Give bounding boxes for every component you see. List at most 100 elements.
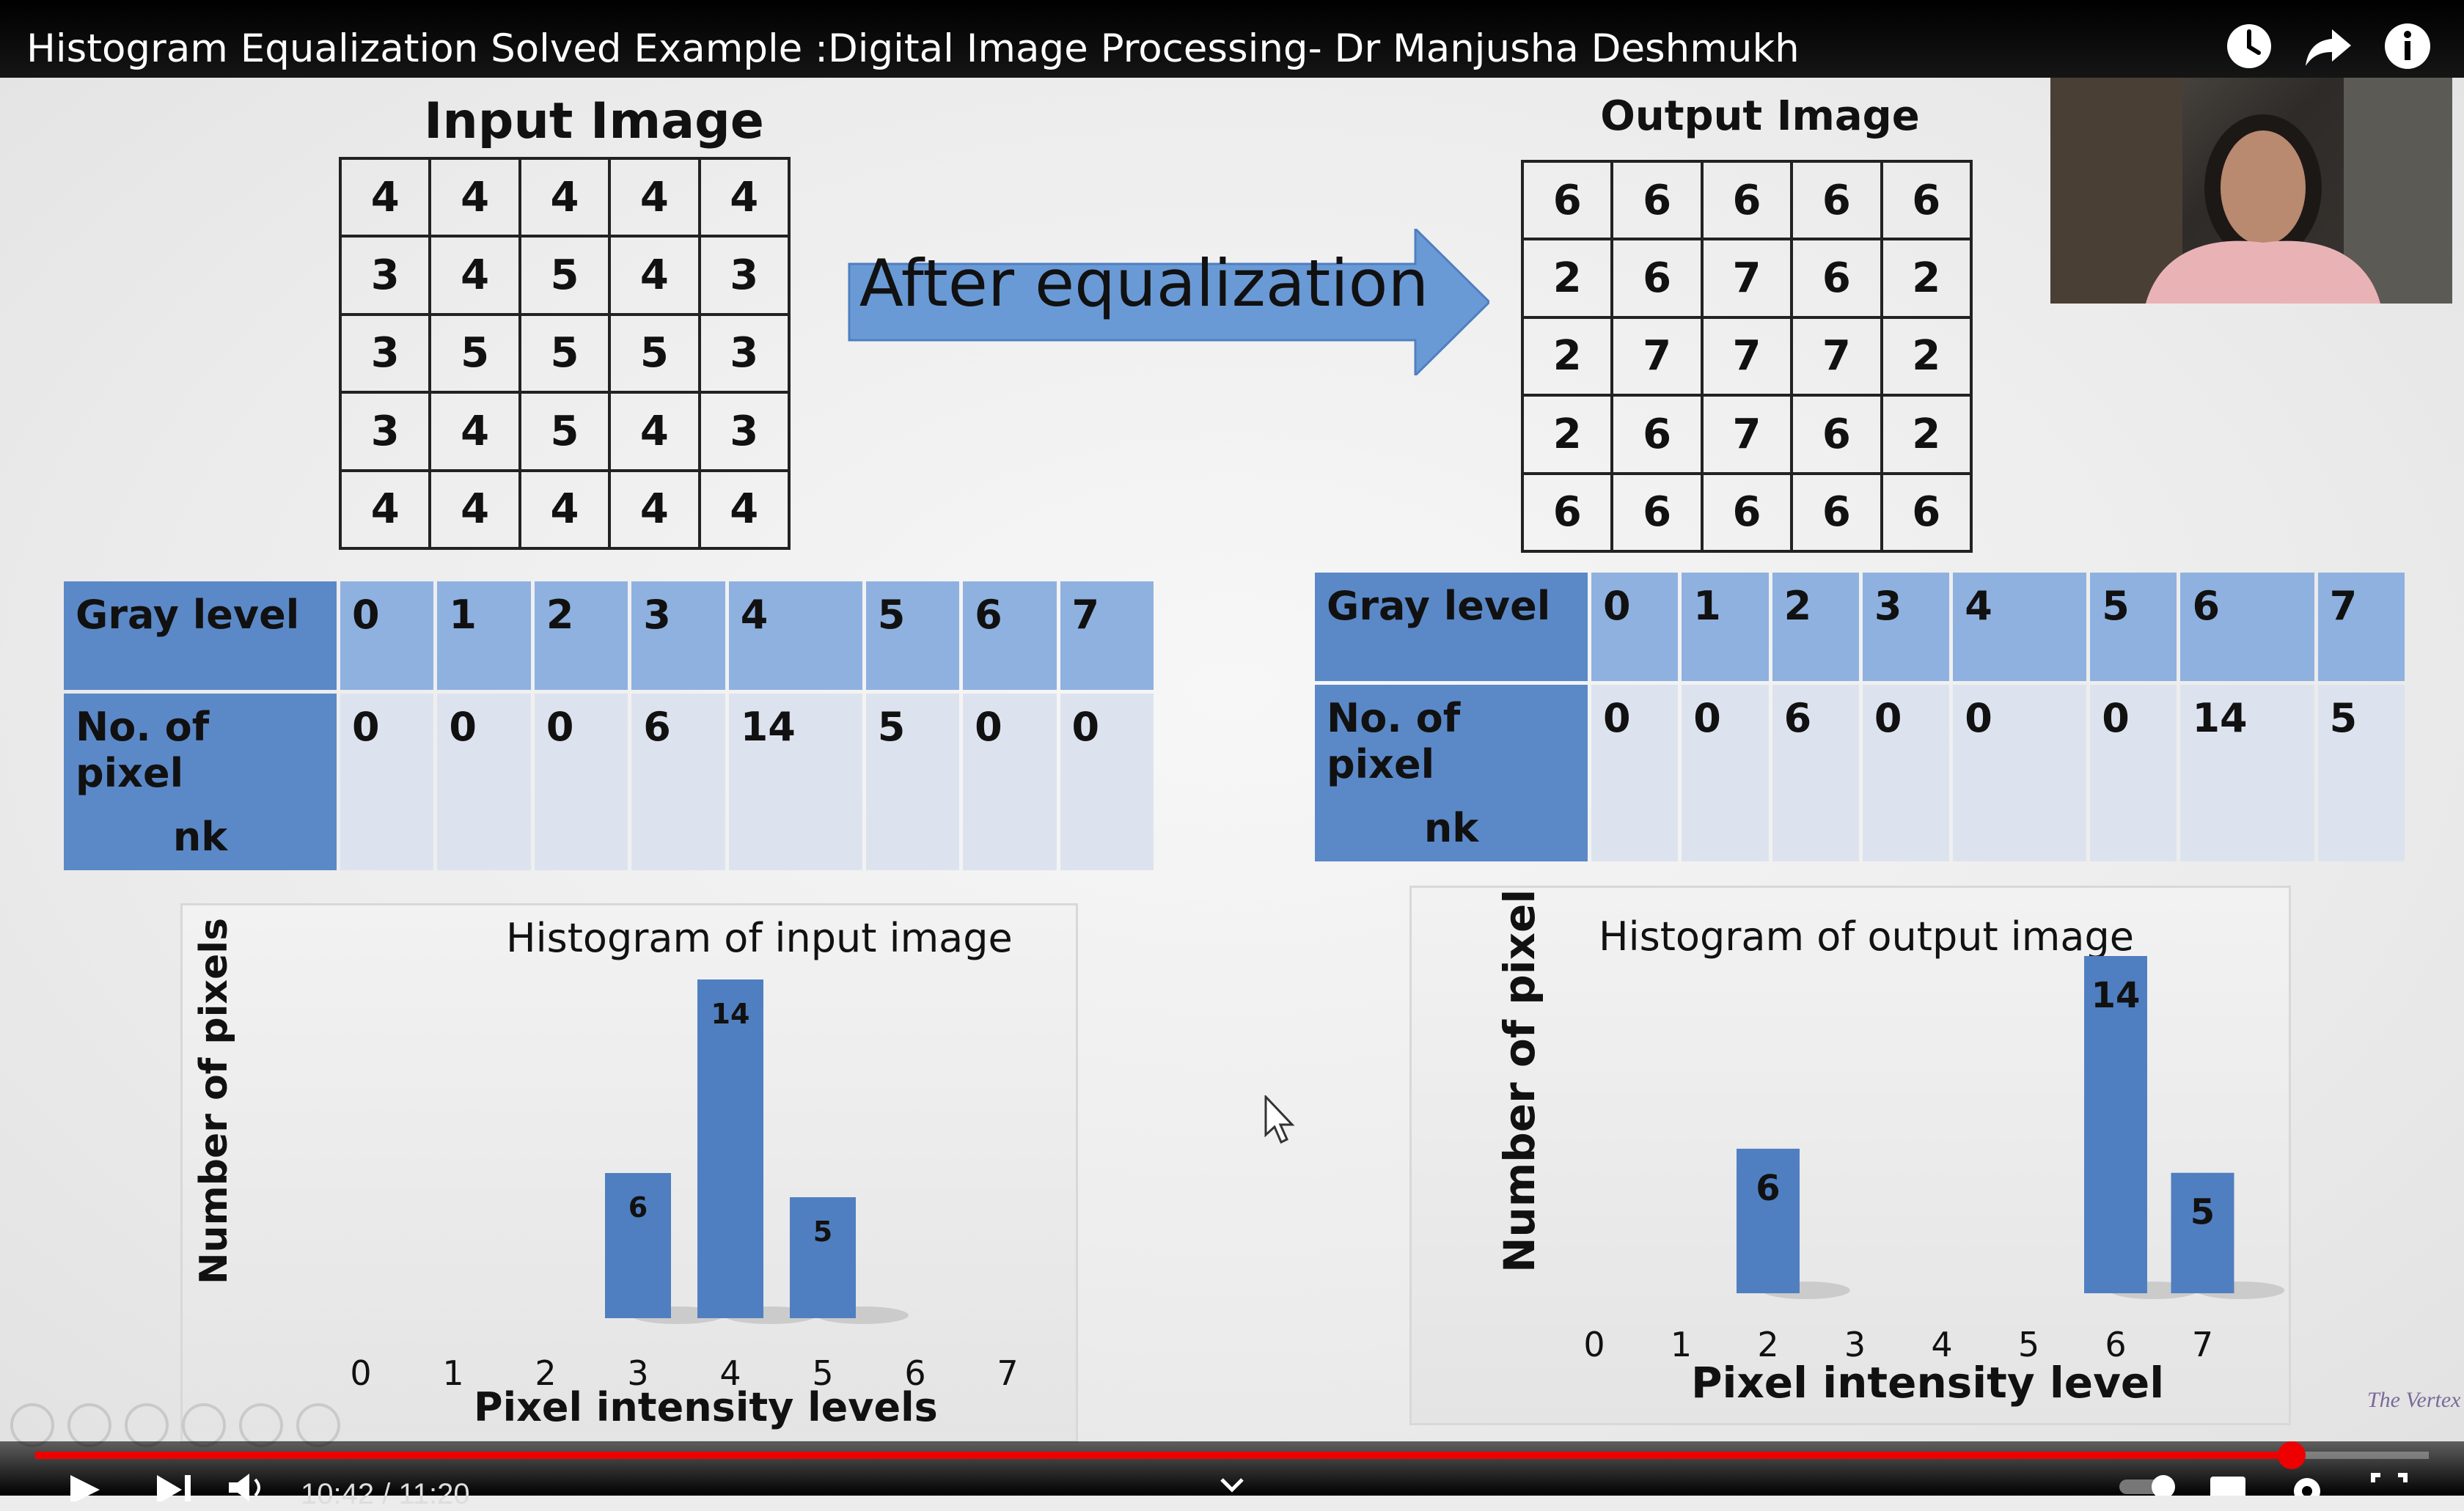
- output-table-pixel-count-cell: 0: [1682, 685, 1769, 861]
- pen-icon[interactable]: [125, 1403, 169, 1447]
- input-matrix-cell: 3: [697, 312, 791, 394]
- share-icon[interactable]: [2301, 19, 2355, 73]
- x-tick-label: 5: [2018, 1325, 2039, 1364]
- input-image-matrix: 4444434543355533454344444: [338, 156, 791, 551]
- input-matrix-cell: 3: [338, 312, 432, 394]
- output-image-matrix: 6666626762277722676266666: [1520, 159, 1973, 554]
- output-matrix-row: 66666: [1520, 159, 1973, 241]
- input-matrix-cell: 5: [608, 312, 701, 394]
- subtitles-icon[interactable]: [2209, 1472, 2247, 1496]
- x-tick-label: 7: [2192, 1325, 2213, 1364]
- presenter-webcam: [2050, 78, 2452, 304]
- more-icon[interactable]: [296, 1403, 340, 1447]
- video-title-bar: Histogram Equalization Solved Example :D…: [0, 0, 2464, 78]
- x-tick-label: 5: [812, 1353, 833, 1393]
- progress-bar-played: [35, 1452, 2292, 1459]
- output-matrix-cell: 7: [1610, 315, 1704, 397]
- output-matrix-cell: 6: [1520, 159, 1614, 241]
- output-matrix-cell: 2: [1880, 394, 1973, 475]
- video-title[interactable]: Histogram Equalization Solved Example :D…: [26, 26, 1800, 71]
- slides-icon[interactable]: [182, 1403, 226, 1447]
- histogram-bar: [697, 979, 763, 1318]
- input-table-pixel-count-cell: 0: [1060, 694, 1154, 870]
- output-matrix-row: 27772: [1520, 315, 1973, 397]
- input-image-title: Input Image: [424, 92, 764, 150]
- header-line: nk: [172, 814, 228, 860]
- input-table-gray-level-cell: 6: [963, 581, 1057, 690]
- info-icon[interactable]: [2380, 19, 2435, 73]
- x-tick-label: 2: [535, 1353, 556, 1393]
- bar-data-label: 6: [628, 1191, 648, 1224]
- header-line: No. of pixel: [76, 704, 210, 796]
- autoplay-toggle[interactable]: [2119, 1472, 2185, 1496]
- x-tick-label: 0: [1583, 1325, 1605, 1364]
- x-tick-label: 7: [997, 1353, 1018, 1393]
- x-tick-label: 0: [350, 1353, 371, 1393]
- fullscreen-icon[interactable]: [2370, 1472, 2408, 1496]
- volume-icon[interactable]: [227, 1472, 268, 1501]
- input-table-pixel-count-cell: 6: [631, 694, 725, 870]
- input-matrix-cell: 3: [697, 391, 791, 472]
- input-matrix-cell: 4: [338, 156, 432, 238]
- header-line: No. of pixel: [1327, 695, 1461, 787]
- play-icon[interactable]: [66, 1472, 103, 1501]
- output-matrix-cell: 7: [1700, 315, 1794, 397]
- output-table-gray-level-row: Gray level 0 1 2 3 4 5 6 7: [1315, 573, 2405, 681]
- x-tick-label: 4: [719, 1353, 741, 1393]
- chevron-down-icon[interactable]: [1217, 1472, 1247, 1496]
- input-table-gray-level-cell: 1: [437, 581, 531, 690]
- input-table-gray-level-cell: 4: [728, 581, 862, 690]
- input-table-pixel-count-cell: 5: [865, 694, 960, 870]
- output-table-pixel-count-row: No. of pixel nk 0 0 6 0 0 0 14 5: [1315, 685, 2405, 861]
- input-table-gray-level-cell: 0: [340, 581, 434, 690]
- x-tick-label: 2: [1757, 1325, 1778, 1364]
- histogram-bar: [2171, 1172, 2234, 1293]
- bar-data-label: 5: [2190, 1192, 2215, 1233]
- output-table-pixel-count-header: No. of pixel nk: [1315, 685, 1588, 861]
- header-line: nk: [1423, 805, 1479, 851]
- output-matrix-cell: 6: [1790, 394, 1883, 475]
- input-matrix-cell: 5: [428, 312, 521, 394]
- next-icon[interactable]: [154, 1472, 195, 1501]
- input-matrix-cell: 4: [697, 468, 791, 551]
- output-matrix-cell: 2: [1520, 394, 1614, 475]
- output-matrix-cell: 6: [1610, 238, 1704, 319]
- settings-icon[interactable]: [2288, 1472, 2326, 1496]
- watch-later-icon[interactable]: [2222, 19, 2276, 73]
- output-table-gray-level-cell: 7: [2317, 573, 2405, 681]
- output-matrix-cell: 6: [1790, 471, 1883, 554]
- output-table-gray-level-cell: 3: [1862, 573, 1950, 681]
- output-matrix-cell: 2: [1520, 238, 1614, 319]
- output-table-pixel-count-cell: 14: [2180, 685, 2314, 861]
- output-matrix-row: 26762: [1520, 394, 1973, 475]
- output-matrix-cell: 6: [1880, 471, 1973, 554]
- previous-slide-icon[interactable]: [10, 1403, 54, 1447]
- output-matrix-cell: 2: [1880, 315, 1973, 397]
- output-matrix-cell: 6: [1700, 471, 1794, 554]
- input-matrix-cell: 4: [608, 235, 701, 316]
- input-chart-plot: 0 1 2 3 6 4 14 5 5 6 7: [350, 979, 1019, 1393]
- bar-data-label: 6: [1756, 1168, 1780, 1209]
- input-table-pixel-count-cell: 0: [437, 694, 531, 870]
- input-table-gray-level-cell: 2: [534, 581, 628, 690]
- input-table-gray-level-header: Gray level: [64, 581, 337, 690]
- output-matrix-row: 66666: [1520, 471, 1973, 554]
- output-table-gray-level-cell: 1: [1682, 573, 1769, 681]
- output-table-gray-level-cell: 4: [1953, 573, 2087, 681]
- x-tick-label: 1: [442, 1353, 463, 1393]
- watermark-logo: The Vertex: [2367, 1388, 2461, 1412]
- bar-data-label: 14: [711, 998, 750, 1030]
- progress-scrubber[interactable]: [2277, 1441, 2306, 1469]
- output-matrix-cell: 6: [1790, 238, 1883, 319]
- input-table-gray-level-cell: 7: [1060, 581, 1154, 690]
- output-matrix-cell: 7: [1700, 394, 1794, 475]
- output-histogram-table: Gray level 0 1 2 3 4 5 6 7 No. of pixel nk 0 0 6 0 0 0 14…: [1311, 569, 2408, 865]
- output-table-gray-level-cell: 6: [2180, 573, 2314, 681]
- output-table-gray-level-cell: 2: [1772, 573, 1859, 681]
- input-matrix-cell: 4: [608, 468, 701, 551]
- input-table-pixel-count-cell: 14: [728, 694, 862, 870]
- next-slide-icon[interactable]: [67, 1403, 111, 1447]
- output-matrix-cell: 6: [1700, 159, 1794, 241]
- zoom-icon[interactable]: [239, 1403, 283, 1447]
- x-tick-label: 3: [627, 1353, 648, 1393]
